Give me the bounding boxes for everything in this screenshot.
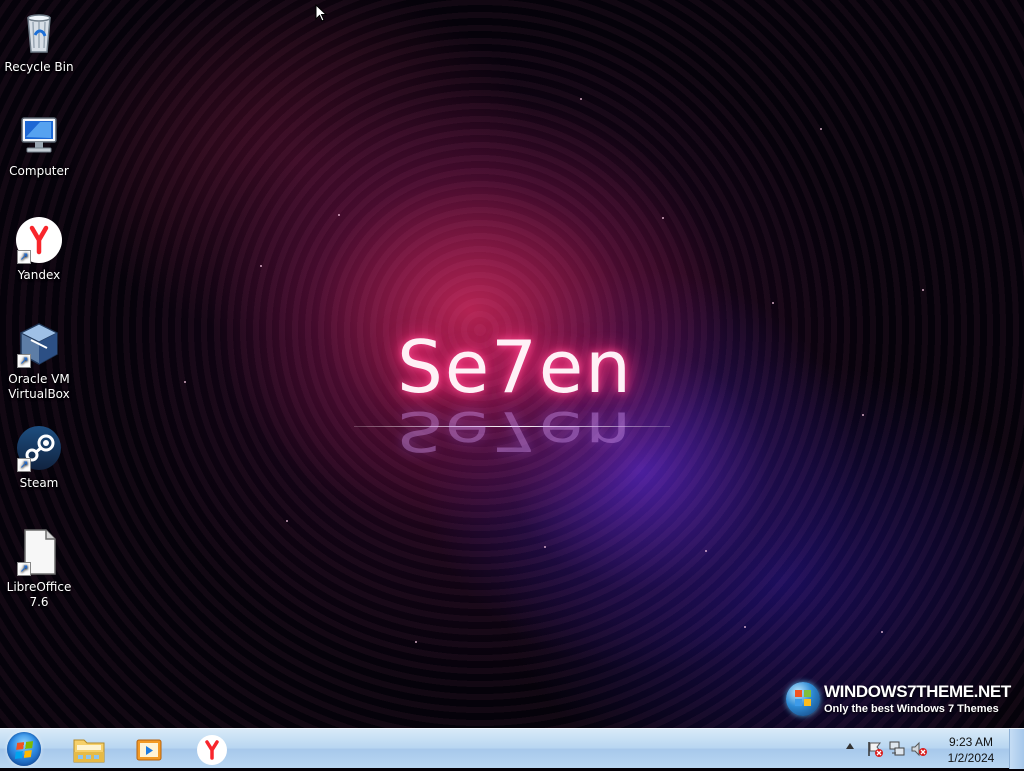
shortcut-arrow-icon: ↗ [17,562,31,576]
computer-icon [15,112,63,160]
logo-text: Se7en [397,325,633,409]
desktop-icon-label: Yandex [17,268,61,282]
desktop-icon-computer[interactable]: Computer [4,112,74,179]
media-player-icon [136,739,162,761]
steam-icon: ↗ [15,424,63,472]
se7en-logo: Se7en Se7en [350,275,680,485]
desktop[interactable]: Se7en Se7en Recycle Bin Computer ↗ Yande… [0,0,1024,728]
taskbar-yandex[interactable] [182,731,240,767]
clock-time: 9:23 AM [948,735,994,749]
show-desktop-button[interactable] [1009,729,1024,769]
shortcut-arrow-icon: ↗ [17,250,31,264]
taskbar-media-player[interactable] [120,731,178,767]
shortcut-arrow-icon: ↗ [17,354,31,368]
taskbar-windows-explorer[interactable] [60,731,118,767]
mouse-pointer-icon [315,3,328,22]
desktop-icon-steam[interactable]: ↗ Steam [4,424,74,491]
libreoffice-icon: ↗ [15,528,63,576]
windows7theme-watermark: WINDOWS7THEME.NET Only the best Windows … [786,680,1011,720]
folder-explorer-icon [73,739,105,763]
desktop-icon-label: Steam [19,476,59,490]
chevron-up-icon[interactable] [846,743,854,749]
windows-flag-logo [795,690,811,706]
volume-muted-icon[interactable] [910,740,928,758]
taskbar-clock[interactable]: 9:23 AM 1/2/2024 [934,734,1008,766]
recycle-bin-icon [15,8,63,56]
desktop-icon-label: Computer [9,164,69,178]
watermark-subtitle: Only the best Windows 7 Themes [824,703,999,715]
desktop-icon-yandex[interactable]: ↗ Yandex [4,216,74,283]
watermark-title: WINDOWS7THEME.NET [824,682,1011,701]
windows-start-orb-icon [7,732,41,766]
desktop-icon-virtualbox[interactable]: ↗ Oracle VM VirtualBox [4,320,74,402]
virtualbox-icon: ↗ [15,320,63,368]
logo-reflection: Se7en [397,399,633,463]
desktop-icon-recycle-bin[interactable]: Recycle Bin [4,8,74,75]
taskbar: 9:23 AM 1/2/2024 [0,728,1024,769]
clock-date: 1/2/2024 [947,751,995,765]
desktop-icon-libreoffice[interactable]: ↗ LibreOffice 7.6 [4,528,74,610]
system-tray: 9:23 AM 1/2/2024 [834,729,1024,769]
desktop-icon-label: LibreOffice 7.6 [6,580,72,609]
shortcut-arrow-icon: ↗ [17,458,31,472]
start-button[interactable] [4,730,46,768]
action-center-flag-icon[interactable] [866,740,884,758]
desktop-icon-label: Oracle VM VirtualBox [8,372,70,401]
network-icon[interactable] [888,740,906,758]
yandex-icon [197,735,227,765]
yandex-icon: ↗ [15,216,63,264]
desktop-icon-label: Recycle Bin [4,60,74,74]
